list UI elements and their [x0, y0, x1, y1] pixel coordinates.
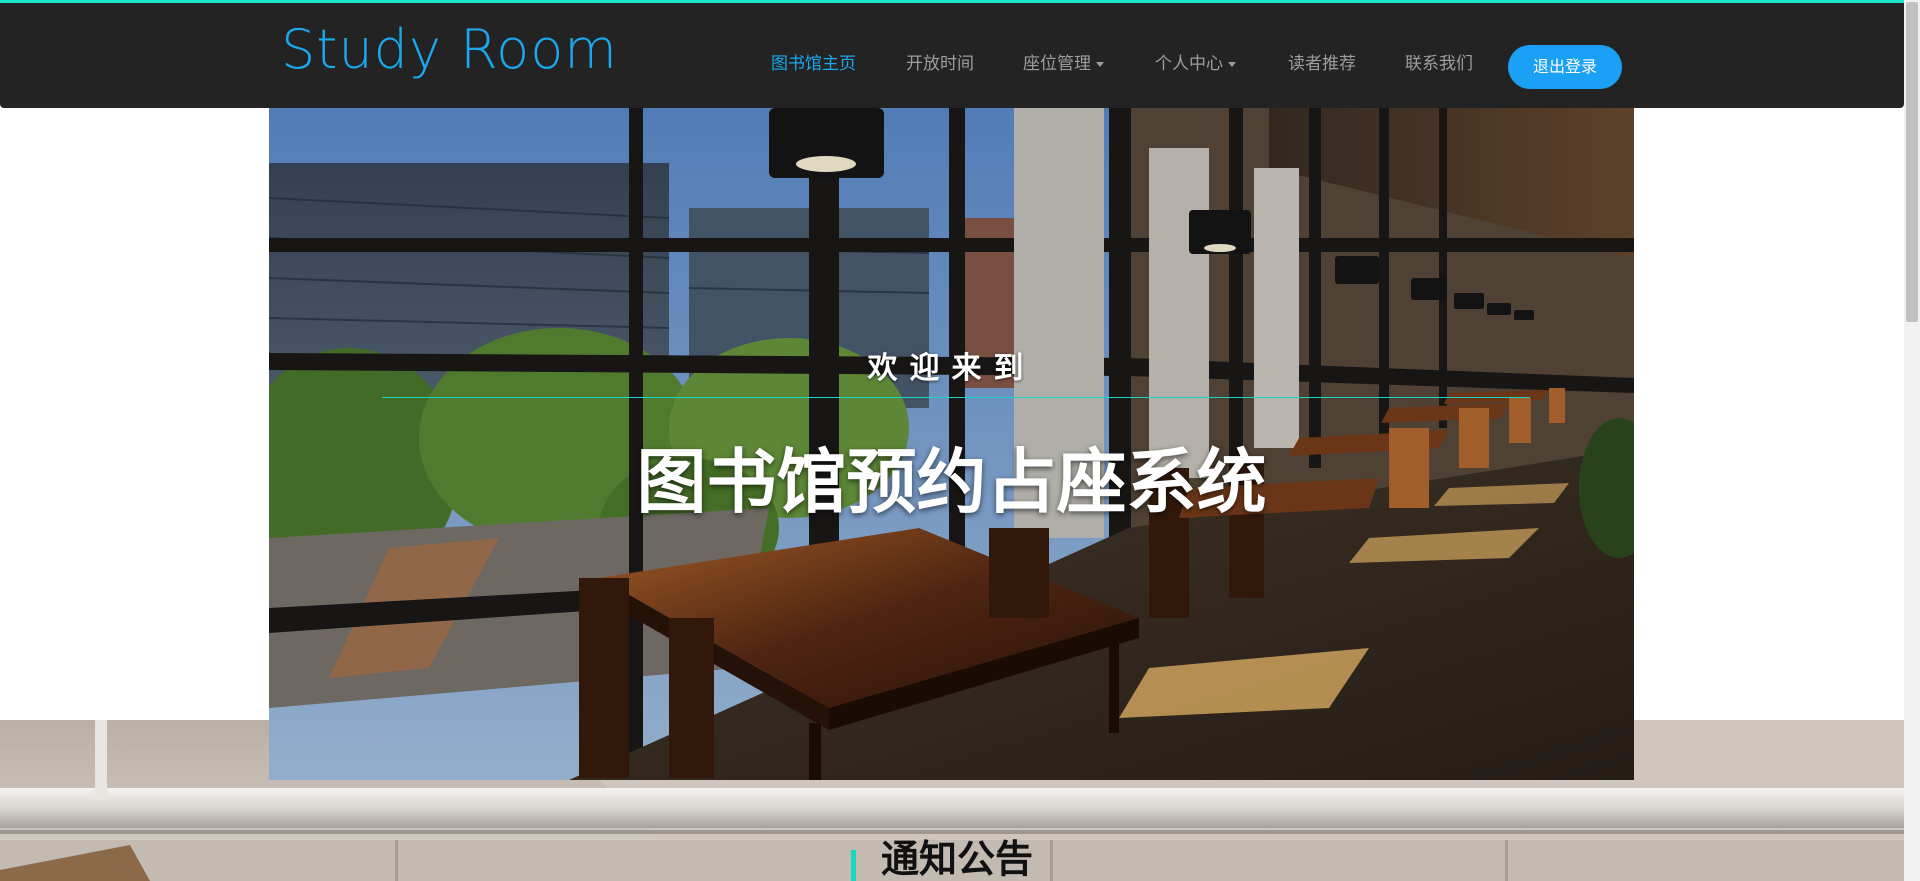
- nav-item-reader-recommend[interactable]: 读者推荐: [1288, 54, 1356, 74]
- logout-button[interactable]: 退出登录: [1508, 45, 1622, 89]
- nav-item-opening-hours[interactable]: 开放时间: [906, 54, 974, 74]
- vertical-scrollbar[interactable]: [1904, 0, 1920, 881]
- nav-item-seat-management-label: 座位管理: [1023, 54, 1091, 74]
- section-title-accent-bar: [851, 850, 856, 881]
- caret-down-icon: [1228, 61, 1236, 67]
- hero-divider: [382, 397, 1530, 398]
- nav-item-home[interactable]: 图书馆主页: [771, 54, 856, 74]
- scrollbar-thumb[interactable]: [1906, 2, 1918, 322]
- hero-caption: 欢迎来到 图书馆预约占座系统: [269, 108, 1634, 780]
- hero-carousel: 欢迎来到 图书馆预约占座系统: [269, 108, 1634, 780]
- caret-down-icon: [1096, 61, 1104, 67]
- top-navbar: Study Room 图书馆主页 开放时间 座位管理 个人中心 读者推荐 联系我…: [0, 0, 1904, 108]
- nav-item-personal-center[interactable]: 个人中心: [1155, 54, 1236, 74]
- nav-item-contact-us[interactable]: 联系我们: [1405, 54, 1473, 74]
- nav-menu: 图书馆主页 开放时间 座位管理 个人中心 读者推荐 联系我们 退出登录: [0, 3, 1904, 108]
- page: Study Room 图书馆主页 开放时间 座位管理 个人中心 读者推荐 联系我…: [0, 0, 1920, 881]
- nav-item-personal-center-label: 个人中心: [1155, 54, 1223, 74]
- hero-title: 图书馆预约占座系统: [636, 441, 1267, 523]
- section-title: 通知公告: [881, 837, 1034, 881]
- nav-item-seat-management[interactable]: 座位管理: [1023, 54, 1104, 74]
- hero-welcome-text: 欢迎来到: [867, 351, 1036, 386]
